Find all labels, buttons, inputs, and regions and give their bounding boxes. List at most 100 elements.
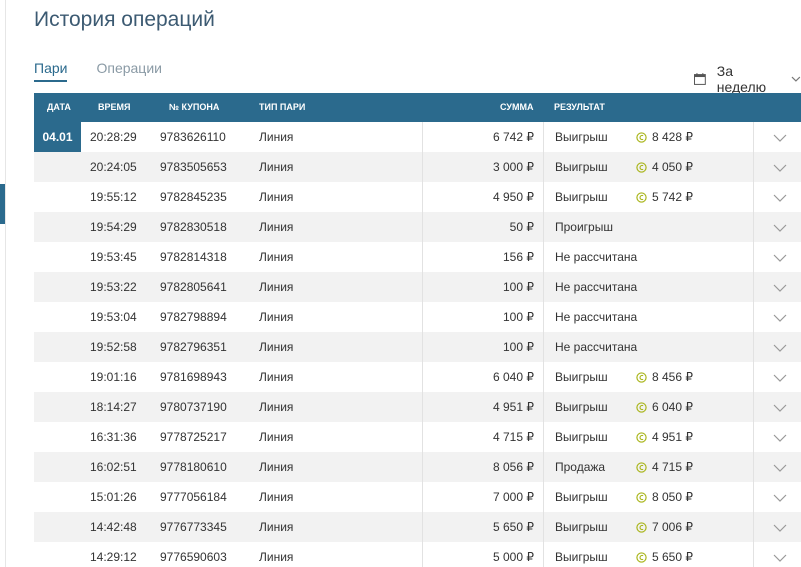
row-time: 19:55:12 xyxy=(90,190,137,204)
period-label: За неделю xyxy=(716,63,767,95)
row-result: Выигрыш xyxy=(555,430,608,444)
row-time: 16:31:36 xyxy=(90,430,137,444)
column-divider xyxy=(543,542,544,567)
column-divider xyxy=(753,212,754,242)
table-row[interactable]: 19:53:45 9782814318 Линия 156 ₽ Не рассч… xyxy=(34,242,801,272)
table-row[interactable]: 16:31:36 9778725217 Линия 4 715 ₽ Выигры… xyxy=(34,422,801,452)
row-sum: 8 056 ₽ xyxy=(493,460,534,474)
row-coupon: 9778180610 xyxy=(160,460,227,474)
table-row[interactable]: 16:02:51 9778180610 Линия 8 056 ₽ Продаж… xyxy=(34,452,801,482)
column-divider xyxy=(543,422,544,452)
row-time: 15:01:26 xyxy=(90,490,137,504)
chevron-down-icon[interactable] xyxy=(773,254,787,262)
table-header: ДАТА ВРЕМЯ № КУПОНА ТИП ПАРИ СУММА РЕЗУЛ… xyxy=(34,93,801,122)
column-divider xyxy=(753,332,754,362)
chevron-down-icon[interactable] xyxy=(773,554,787,562)
chevron-down-icon[interactable] xyxy=(773,404,787,412)
coin-icon xyxy=(636,371,647,383)
row-coupon: 9782805641 xyxy=(160,280,227,294)
row-result: Выигрыш xyxy=(555,160,608,174)
chevron-down-icon[interactable] xyxy=(773,134,787,142)
date-badge: 04.01 xyxy=(34,122,81,152)
row-type: Линия xyxy=(259,490,294,504)
row-sum: 50 ₽ xyxy=(509,220,534,234)
chevron-down-icon[interactable] xyxy=(773,494,787,502)
payout-value: 4 715 ₽ xyxy=(652,460,693,474)
row-coupon: 9782814318 xyxy=(160,250,227,264)
chevron-down-icon[interactable] xyxy=(773,314,787,322)
table-row[interactable]: 14:42:48 9776773345 Линия 5 650 ₽ Выигры… xyxy=(34,512,801,542)
table-row[interactable]: 19:53:04 9782798894 Линия 100 ₽ Не рассч… xyxy=(34,302,801,332)
row-time: 19:53:04 xyxy=(90,310,137,324)
chevron-down-icon[interactable] xyxy=(773,224,787,232)
column-divider xyxy=(543,332,544,362)
row-result: Не рассчитана xyxy=(555,250,638,264)
column-divider xyxy=(422,272,423,302)
coin-icon xyxy=(636,131,647,143)
table-row[interactable]: 19:55:12 9782845235 Линия 4 950 ₽ Выигры… xyxy=(34,182,801,212)
chevron-down-icon[interactable] xyxy=(773,164,787,172)
row-sum: 5 000 ₽ xyxy=(493,550,534,564)
table-row[interactable]: 19:54:29 9782830518 Линия 50 ₽ Проигрыш xyxy=(34,212,801,242)
row-result: Не рассчитана xyxy=(555,340,638,354)
row-time: 19:53:45 xyxy=(90,250,137,264)
chevron-down-icon[interactable] xyxy=(773,344,787,352)
table-row[interactable]: 15:01:26 9777056184 Линия 7 000 ₽ Выигры… xyxy=(34,482,801,512)
row-type: Линия xyxy=(259,220,294,234)
row-payout: 5 742 ₽ xyxy=(636,190,693,204)
table-row[interactable]: 20:28:29 9783626110 Линия 6 742 ₽ Выигры… xyxy=(34,122,801,152)
column-divider xyxy=(543,512,544,542)
table-row[interactable]: 19:53:22 9782805641 Линия 100 ₽ Не рассч… xyxy=(34,272,801,302)
header-sum: СУММА xyxy=(500,102,534,112)
tabs: Пари Операции xyxy=(34,60,191,82)
table-body: 04.01 20:28:29 9783626110 Линия 6 742 ₽ … xyxy=(34,122,801,567)
tab-operations[interactable]: Операции xyxy=(96,60,162,82)
chevron-down-icon[interactable] xyxy=(773,194,787,202)
period-selector[interactable]: За неделю xyxy=(694,63,801,95)
table-row[interactable]: 14:29:12 9776590603 Линия 5 000 ₽ Выигры… xyxy=(34,542,801,567)
column-divider xyxy=(543,182,544,212)
column-divider xyxy=(422,332,423,362)
coin-icon xyxy=(636,551,647,563)
column-divider xyxy=(753,392,754,422)
column-divider xyxy=(422,242,423,272)
row-type: Линия xyxy=(259,340,294,354)
row-sum: 6 040 ₽ xyxy=(493,370,534,384)
row-type: Линия xyxy=(259,160,294,174)
row-sum: 6 742 ₽ xyxy=(493,130,534,144)
chevron-down-icon[interactable] xyxy=(773,284,787,292)
row-sum: 4 951 ₽ xyxy=(493,400,534,414)
calendar-icon xyxy=(694,73,706,85)
table-row[interactable]: 20:24:05 9783505653 Линия 3 000 ₽ Выигры… xyxy=(34,152,801,182)
payout-value: 4 050 ₽ xyxy=(652,160,693,174)
chevron-down-icon[interactable] xyxy=(773,374,787,382)
row-time: 20:24:05 xyxy=(90,160,137,174)
payout-value: 4 951 ₽ xyxy=(652,430,693,444)
row-result: Не рассчитана xyxy=(555,280,638,294)
row-coupon: 9780737190 xyxy=(160,400,227,414)
column-divider xyxy=(753,152,754,182)
coin-icon xyxy=(636,191,647,203)
bets-table: ДАТА ВРЕМЯ № КУПОНА ТИП ПАРИ СУММА РЕЗУЛ… xyxy=(34,93,801,567)
row-sum: 3 000 ₽ xyxy=(493,160,534,174)
tab-bets[interactable]: Пари xyxy=(34,60,68,82)
chevron-down-icon[interactable] xyxy=(773,524,787,532)
payout-value: 8 050 ₽ xyxy=(652,490,693,504)
column-divider xyxy=(753,512,754,542)
column-divider xyxy=(753,362,754,392)
chevron-down-icon[interactable] xyxy=(773,434,787,442)
table-row[interactable]: 19:01:16 9781698943 Линия 6 040 ₽ Выигры… xyxy=(34,362,801,392)
column-divider xyxy=(753,542,754,567)
row-coupon: 9781698943 xyxy=(160,370,227,384)
row-payout: 4 050 ₽ xyxy=(636,160,693,174)
table-row[interactable]: 19:52:58 9782796351 Линия 100 ₽ Не рассч… xyxy=(34,332,801,362)
row-coupon: 9782845235 xyxy=(160,190,227,204)
chevron-down-icon[interactable] xyxy=(773,464,787,472)
row-sum: 156 ₽ xyxy=(503,250,534,264)
table-row[interactable]: 18:14:27 9780737190 Линия 4 951 ₽ Выигры… xyxy=(34,392,801,422)
row-coupon: 9782830518 xyxy=(160,220,227,234)
row-type: Линия xyxy=(259,310,294,324)
row-time: 18:14:27 xyxy=(90,400,137,414)
column-divider xyxy=(422,482,423,512)
row-type: Линия xyxy=(259,130,294,144)
